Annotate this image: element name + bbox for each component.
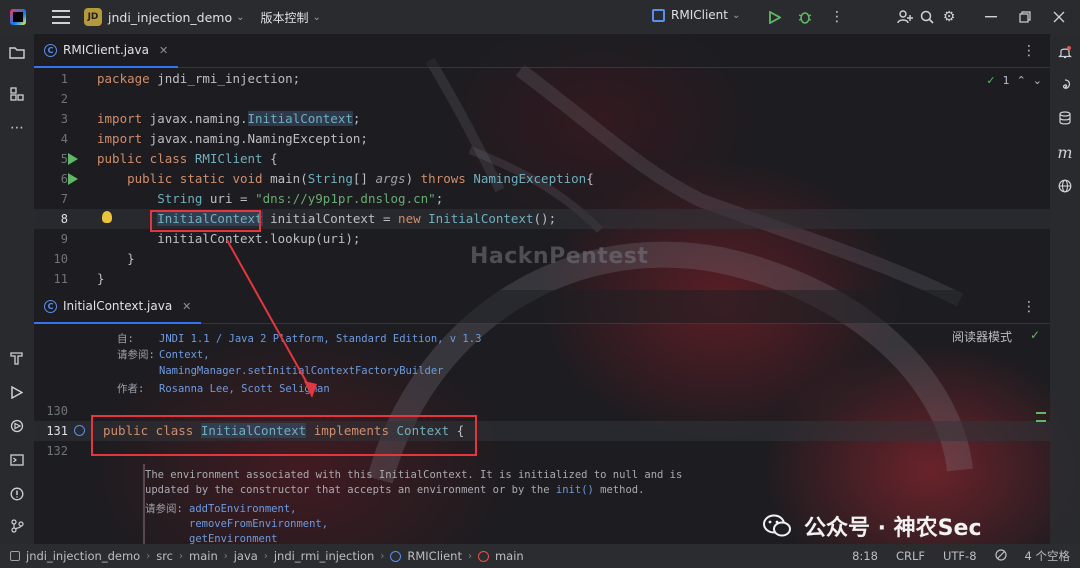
crumb-class[interactable]: RMIClient xyxy=(407,549,462,563)
status-bar: jndi_injection_demo › src › main › java … xyxy=(0,544,1080,568)
line-separator[interactable]: CRLF xyxy=(896,549,925,563)
method-icon xyxy=(477,550,489,562)
indent-setting[interactable]: 4 个空格 xyxy=(1025,548,1070,564)
read-only-toggle-icon[interactable] xyxy=(994,548,1007,564)
crumb-src[interactable]: src xyxy=(156,549,173,563)
crumb-main[interactable]: main xyxy=(189,549,218,563)
caret-position[interactable]: 8:18 xyxy=(852,549,878,563)
breadcrumb: jndi_injection_demo › src › main › java … xyxy=(10,544,524,568)
crumb-method[interactable]: main xyxy=(495,549,524,563)
crumb-package[interactable]: jndi_rmi_injection xyxy=(274,549,375,563)
crumb-project[interactable]: jndi_injection_demo xyxy=(26,549,140,563)
crumb-java[interactable]: java xyxy=(234,549,258,563)
module-icon xyxy=(10,551,20,561)
file-encoding[interactable]: UTF-8 xyxy=(943,549,977,563)
wechat-icon xyxy=(763,514,791,537)
wechat-watermark: 公众号 · 神农Sec xyxy=(762,510,981,542)
annotation-arrow xyxy=(226,239,317,398)
java-class-icon xyxy=(390,550,402,562)
